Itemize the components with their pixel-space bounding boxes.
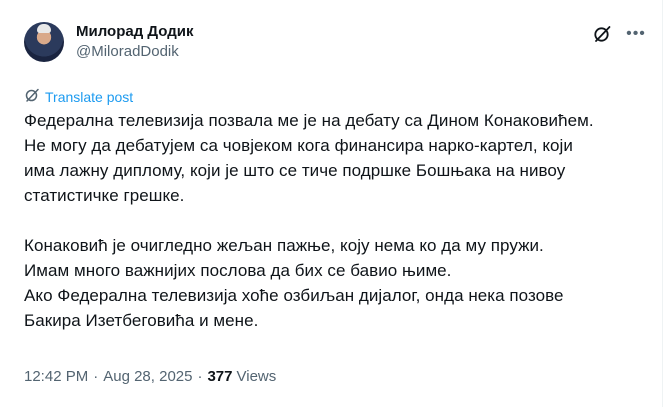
views-label[interactable]: Views — [237, 367, 277, 387]
author-names: Милорад Додик @MiloradDodik — [76, 22, 194, 62]
tweet-header: Милорад Додик @MiloradDodik ••• — [24, 22, 646, 70]
post-line: Имам много важнијих послова да бих се ба… — [24, 261, 452, 280]
post-date[interactable]: Aug 28, 2025 — [103, 367, 192, 387]
header-actions: ••• — [592, 24, 646, 44]
author-display-name[interactable]: Милорад Додик — [76, 22, 194, 42]
post-line: има лажну диплому, који је што се тиче п… — [24, 161, 566, 180]
views-count[interactable]: 377 — [207, 367, 232, 387]
tweet-card: Милорад Додик @MiloradDodik ••• Translat… — [0, 0, 663, 407]
post-line: Федерална телевизија позвала ме је на де… — [24, 111, 594, 130]
post-line: статистичке грешке. — [24, 186, 185, 205]
post-line: Не могу да дебатујем са човјеком кога фи… — [24, 136, 573, 155]
post-line: Ако Федерална телевизија хоће озбиљан ди… — [24, 286, 564, 305]
author-handle[interactable]: @MiloradDodik — [76, 42, 194, 62]
translate-icon — [24, 87, 40, 107]
translate-post-link[interactable]: Translate post — [24, 87, 133, 107]
grok-icon[interactable] — [592, 24, 612, 44]
post-line: Конаковић је очигледно жељан пажње, коју… — [24, 236, 544, 255]
post-line: Бакира Изетбеговића и мене. — [24, 311, 259, 330]
post-text: Федерална телевизија позвала ме је на де… — [24, 108, 644, 333]
post-meta: 12:42 PM · Aug 28, 2025 · 377 Views — [24, 367, 276, 387]
post-time[interactable]: 12:42 PM — [24, 367, 88, 387]
meta-separator: · — [93, 368, 99, 385]
more-icon[interactable]: ••• — [626, 24, 646, 44]
avatar[interactable] — [24, 22, 64, 62]
translate-post-label: Translate post — [45, 89, 134, 105]
meta-separator: · — [197, 368, 203, 385]
